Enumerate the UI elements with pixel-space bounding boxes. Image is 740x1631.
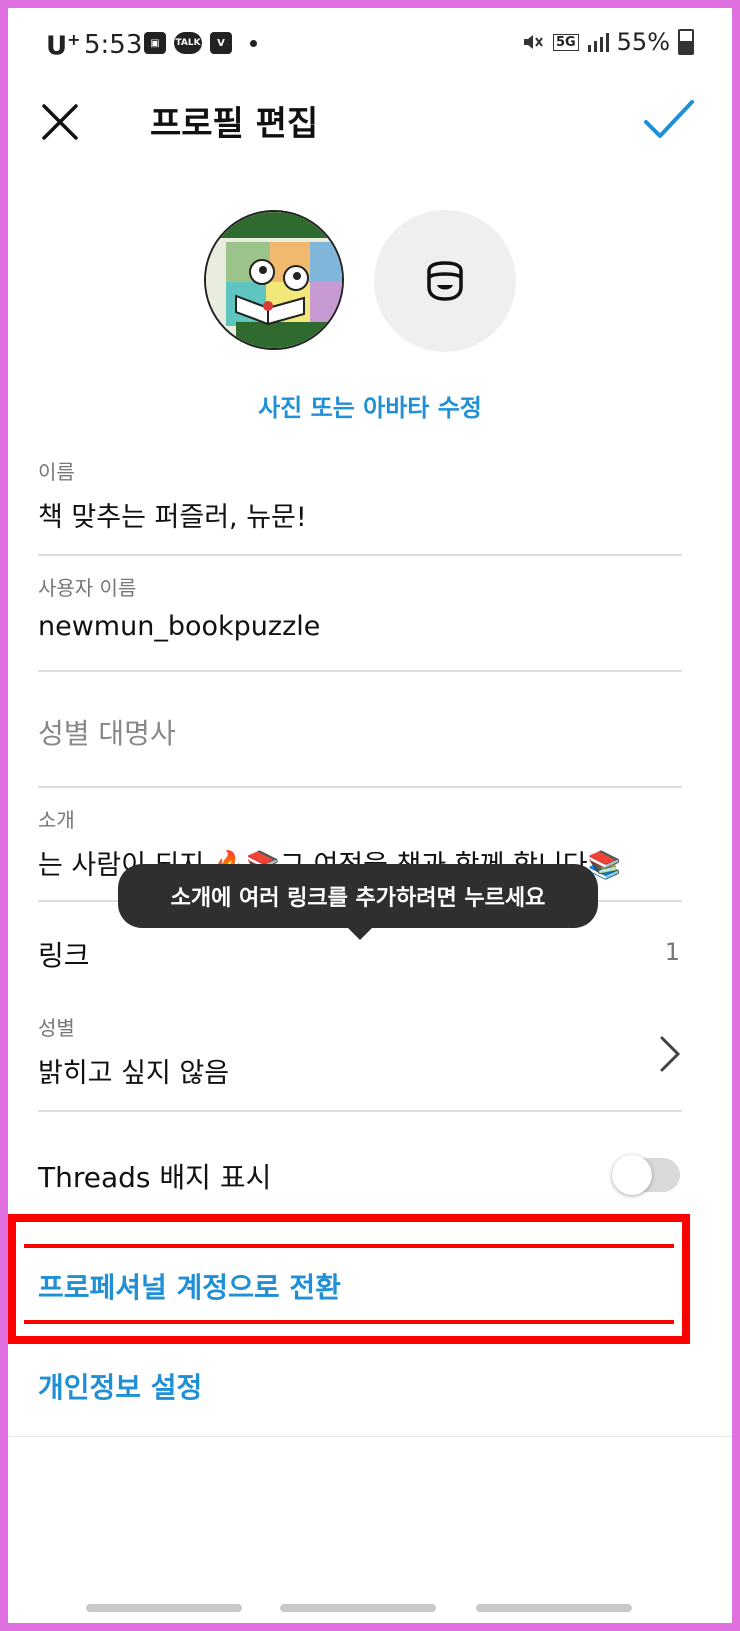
name-value[interactable]: 책 맞추는 퍼즐러, 뉴문!: [38, 495, 682, 534]
links-tooltip[interactable]: 소개에 여러 링크를 추가하려면 누르세요: [118, 864, 598, 940]
name-divider: [38, 554, 682, 556]
avatar-face-icon: [427, 261, 463, 301]
nav-hint-right[interactable]: [476, 1604, 632, 1612]
edit-photo-link[interactable]: 사진 또는 아바타 수정: [8, 388, 732, 423]
gender-divider: [38, 1110, 682, 1112]
privacy-settings-link[interactable]: 개인정보 설정: [38, 1366, 202, 1406]
gender-field[interactable]: 성별 밝히고 싶지 않음: [38, 1012, 682, 1090]
app-notification-icon: V: [210, 32, 232, 54]
toggle-knob: [612, 1155, 652, 1195]
username-label: 사용자 이름: [38, 576, 137, 600]
close-button[interactable]: [38, 100, 82, 144]
bio-label: 소개: [38, 808, 75, 832]
links-count: 1: [664, 938, 680, 966]
name-field[interactable]: 이름 책 맞추는 퍼즐러, 뉴문!: [38, 456, 682, 534]
profile-photo[interactable]: [204, 210, 344, 350]
username-value[interactable]: newmun_bookpuzzle: [38, 611, 682, 642]
avatar-placeholder[interactable]: [374, 210, 516, 352]
network-badge: 5G: [552, 33, 579, 51]
battery-percent: 55%: [616, 28, 670, 56]
notification-icons: ▣ TALK V: [144, 32, 257, 54]
nav-hint-left[interactable]: [86, 1604, 242, 1612]
pronouns-field[interactable]: 성별 대명사: [38, 712, 682, 752]
annotation-line-top: [24, 1244, 674, 1248]
battery-icon: [678, 29, 694, 55]
username-divider: [38, 670, 682, 672]
threads-badge-label: Threads 배지 표시: [38, 1161, 272, 1194]
name-label: 이름: [38, 460, 75, 484]
bottom-divider: [8, 1436, 732, 1437]
threads-badge-toggle[interactable]: [612, 1155, 680, 1195]
threads-badge-row: Threads 배지 표시: [38, 1150, 682, 1210]
nav-hint-center[interactable]: [280, 1604, 436, 1612]
page-title: 프로필 편집: [150, 104, 319, 144]
status-time: 5:53: [84, 30, 143, 60]
save-check-button[interactable]: [642, 96, 696, 144]
chevron-right-icon: [660, 1036, 681, 1072]
gender-value: 밝히고 싶지 않음: [38, 1058, 230, 1089]
annotation-line-bottom: [24, 1320, 674, 1324]
username-field[interactable]: 사용자 이름 newmun_bookpuzzle: [38, 572, 682, 642]
screen-frame: U+ 5:53 ▣ TALK V 5G 55% 프로필 편집 사진 또는 아바타…: [0, 0, 740, 1631]
gender-label: 성별: [38, 1016, 75, 1040]
kakaotalk-icon: TALK: [174, 32, 202, 54]
more-notifications-icon: [250, 39, 257, 47]
status-bar: U+ 5:53 ▣ TALK V 5G 55%: [8, 8, 732, 78]
signal-icon: [587, 33, 609, 52]
pronouns-divider: [38, 786, 682, 788]
switch-professional-link[interactable]: 프로페셔널 계정으로 전환: [38, 1266, 341, 1306]
system-icons: 5G 55%: [521, 28, 694, 56]
header-bar: 프로필 편집: [8, 78, 732, 168]
links-label: 링크: [38, 939, 90, 972]
pronouns-placeholder[interactable]: 성별 대명사: [38, 712, 682, 752]
gallery-icon: ▣: [144, 32, 166, 54]
carrier-label: U+: [46, 30, 81, 62]
mute-icon: [523, 35, 543, 49]
puzzle-book-logo-icon: [206, 212, 342, 348]
